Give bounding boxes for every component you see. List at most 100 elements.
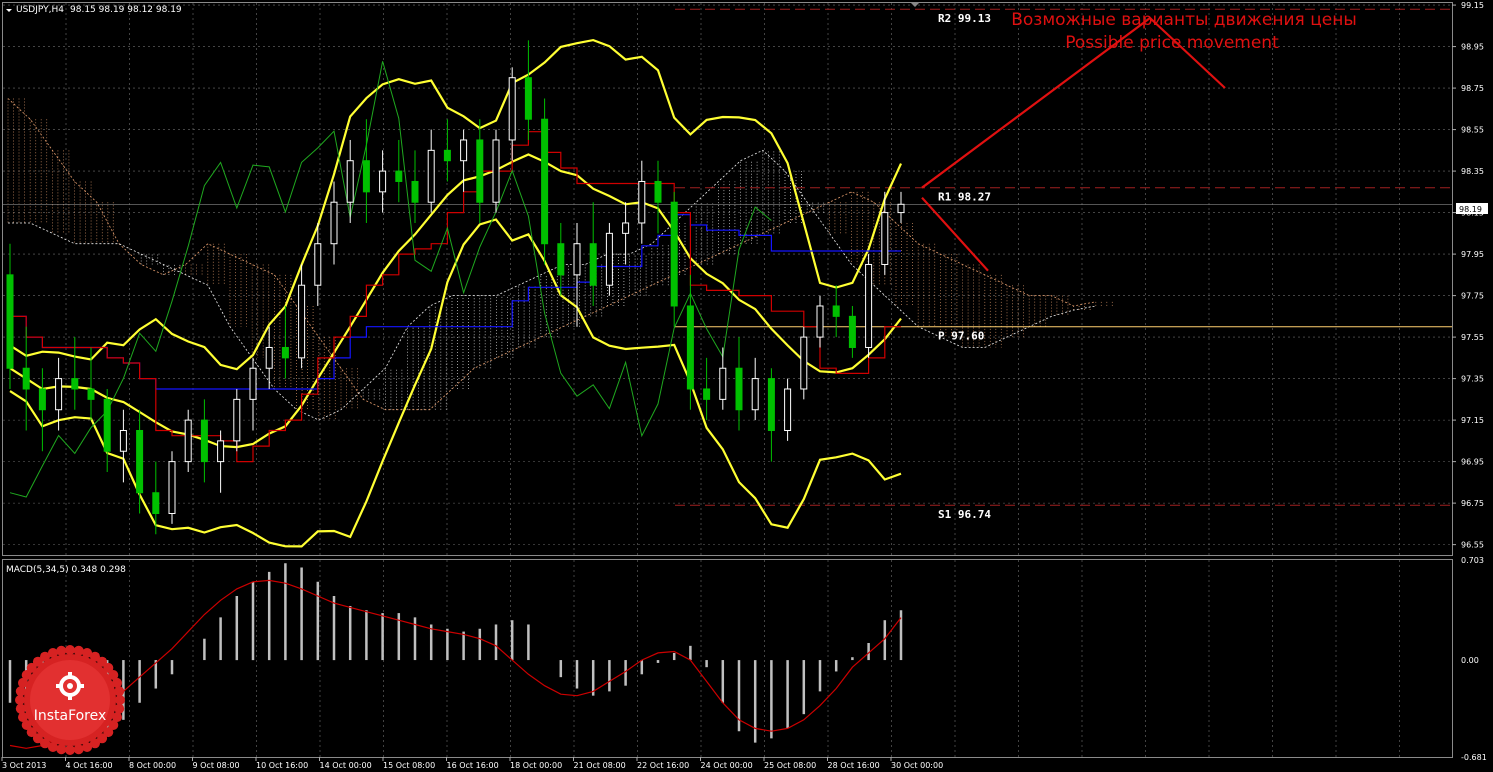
bull-candle	[346, 160, 354, 203]
bull-candle	[784, 388, 792, 431]
bear-candle	[848, 315, 856, 348]
level-label: R1 98.27	[938, 191, 991, 204]
kijun-sen	[10, 214, 901, 390]
bear-candle	[654, 180, 662, 203]
macd-tick-label: 0.703	[1461, 556, 1484, 565]
bear-candle	[152, 492, 160, 514]
price-tick-label: 98.95	[1461, 43, 1484, 52]
price-axis: 99.1598.9598.7598.5598.3598.1597.9597.75…	[1452, 1, 1487, 762]
bear-candle	[443, 149, 451, 162]
price-tick-label: 98.75	[1461, 84, 1484, 93]
bull-candle	[816, 305, 824, 338]
bull-candle	[719, 367, 727, 400]
level-label: P 97.60	[938, 330, 984, 343]
time-tick-label: 16 Oct 16:00	[447, 761, 499, 770]
macd-histogram	[8, 563, 903, 749]
bull-candle	[168, 461, 176, 514]
time-tick-label: 18 Oct 00:00	[510, 761, 562, 770]
bear-candle	[87, 388, 95, 400]
candles	[6, 40, 905, 535]
price-tick-label: 97.15	[1461, 416, 1484, 425]
time-tick-label: 15 Oct 08:00	[383, 761, 435, 770]
bull-candle	[379, 170, 387, 193]
indicator-lines	[9, 38, 902, 548]
dropdown-icon[interactable]	[6, 9, 12, 12]
macd-tick-label: -0.681	[1461, 753, 1487, 762]
symbol-label: USDJPY,H4	[16, 5, 64, 15]
bear-candle	[200, 419, 208, 463]
bear-candle	[686, 305, 694, 390]
level-label: R2 99.13	[938, 12, 991, 25]
logo-tooth	[65, 745, 75, 755]
time-tick-label: 28 Oct 16:00	[828, 761, 880, 770]
forecast-arrows	[921, 17, 1226, 272]
logo-tooth	[15, 695, 25, 705]
bull-candle	[55, 378, 63, 411]
bear-candle	[395, 170, 403, 182]
time-tick-label: 3 Oct 2013	[2, 761, 46, 770]
time-tick-label: 25 Oct 08:00	[764, 761, 816, 770]
bull-candle	[119, 429, 127, 452]
bull-candle	[573, 243, 581, 276]
time-tick-label: 24 Oct 00:00	[701, 761, 753, 770]
bear-candle	[735, 367, 743, 411]
time-tick-label: 9 Oct 08:00	[193, 761, 240, 770]
time-tick-label: 30 Oct 00:00	[891, 761, 943, 770]
time-tick-label: 14 Oct 00:00	[320, 761, 372, 770]
bear-candle	[6, 274, 14, 369]
bear-candle	[103, 398, 111, 452]
price-tick-label: 98.35	[1461, 167, 1484, 176]
price-tick-label: 98.55	[1461, 126, 1484, 135]
bull-candle	[605, 232, 613, 286]
bull-candle	[217, 440, 225, 463]
bull-candle	[508, 77, 516, 141]
time-tick-label: 10 Oct 16:00	[256, 761, 308, 770]
level-label: S1 96.74	[938, 508, 991, 521]
bear-candle	[670, 201, 678, 307]
bull-candle	[638, 180, 646, 224]
price-tick-label: 97.75	[1461, 292, 1484, 301]
bull-candle	[298, 284, 306, 359]
bull-candle	[492, 139, 500, 203]
senkou-span-a	[7, 98, 1096, 411]
bear-candle	[281, 346, 289, 359]
price-tick-label: 97.95	[1461, 250, 1484, 259]
logo-text: InstaForex	[34, 708, 107, 724]
bull-candle	[865, 263, 873, 348]
annotation-en: Possible price movement	[1065, 33, 1279, 53]
time-tick-label: 4 Oct 16:00	[66, 761, 113, 770]
macd-signal-line	[9, 579, 902, 749]
bull-candle	[751, 378, 759, 411]
bull-candle	[427, 149, 435, 203]
bear-candle	[71, 378, 79, 390]
bear-candle	[589, 243, 597, 286]
annotation-ru: Возможные варианты движения цены	[1011, 10, 1357, 30]
instaforex-logo: InstaForex	[15, 645, 125, 755]
bull-candle	[184, 419, 192, 463]
bear-candle	[136, 429, 144, 494]
price-tick-label: 97.55	[1461, 333, 1484, 342]
bollinger-middle	[9, 153, 902, 449]
bear-candle	[411, 180, 419, 203]
bull-candle	[622, 222, 630, 234]
bear-candle	[703, 388, 711, 400]
bear-candle	[524, 77, 532, 120]
price-tick-label: 99.15	[1461, 1, 1484, 10]
main-plot-frame	[2, 2, 1453, 556]
time-axis: 3 Oct 2013 4 Oct 16:00 8 Oct 00:00 9 Oct 08…	[1, 757, 943, 770]
bull-candle	[800, 336, 808, 390]
bollinger-upper	[9, 38, 902, 371]
ohlc-label: 98.15 98.19 98.12 98.19	[70, 5, 182, 15]
logo-tooth	[65, 645, 75, 655]
current-price-label: 98.19	[1459, 205, 1482, 214]
bull-candle	[314, 243, 322, 286]
bull-candle	[233, 398, 241, 442]
time-tick-label: 8 Oct 00:00	[129, 761, 176, 770]
bear-candle	[541, 118, 549, 245]
shift-marker-icon[interactable]	[910, 2, 920, 7]
time-tick-label: 22 Oct 16:00	[637, 761, 689, 770]
bear-candle	[38, 388, 46, 411]
bear-candle	[22, 367, 30, 390]
price-chart[interactable]: R2 99.13 R1 98.27 P 97.60 S1 96.74 99.15 98.…	[0, 0, 1493, 772]
bear-candle	[767, 378, 775, 431]
